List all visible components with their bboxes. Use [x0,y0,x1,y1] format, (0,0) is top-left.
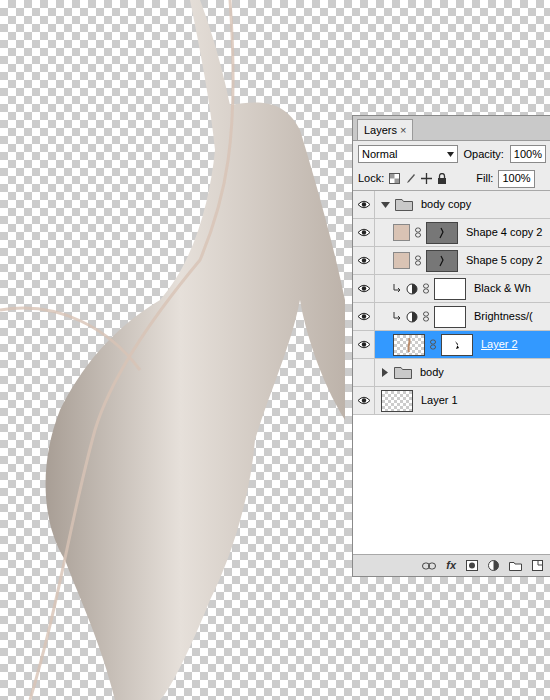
visibility-toggle[interactable] [353,331,375,358]
layer-name[interactable]: Layer 1 [421,392,458,409]
layer-mask-thumbnail[interactable] [434,306,466,328]
vector-path-icon [437,255,447,267]
layer-name[interactable]: Black & Wh [474,280,531,297]
thumbnail-art-icon [406,338,412,352]
visibility-toggle[interactable] [353,247,375,274]
eye-icon [357,396,371,405]
adjustment-icon [406,283,418,295]
blend-mode-select[interactable]: Normal [358,145,458,163]
layers-tab[interactable]: Layers × [357,119,413,140]
shape-color-thumbnail[interactable] [393,252,410,269]
layer-row[interactable]: body [353,359,550,387]
layer-row[interactable]: Black & Wh [353,275,550,303]
canvas[interactable]: Layers × Normal Opacity: 100% Lock: Fill… [0,0,550,700]
layer-name[interactable]: Brightness/( [474,308,533,325]
shape-color-thumbnail[interactable] [393,224,410,241]
visibility-toggle[interactable] [353,219,375,246]
tab-label: Layers [364,122,397,139]
layer-row[interactable]: Layer 1 [353,387,550,415]
lock-brush-icon[interactable] [405,173,416,184]
layer-mask-thumbnail[interactable] [441,334,473,356]
eye-icon [357,340,371,349]
layer-name[interactable]: body copy [421,196,471,213]
layer-row[interactable]: Shape 5 copy 2 [353,247,550,275]
layer-content: Layer 1 [375,390,550,412]
visibility-toggle[interactable] [353,359,375,386]
link-icon [423,310,429,323]
eye-icon [357,200,371,209]
layer-name[interactable]: body [420,364,444,381]
lock-transparency-icon[interactable] [389,173,400,184]
options-row: Normal Opacity: 100% [353,141,550,167]
vector-path-icon [437,227,447,239]
opacity-label: Opacity: [464,146,504,163]
collapse-triangle-icon[interactable] [381,201,390,209]
layer-row[interactable]: Shape 4 copy 2 [353,219,550,247]
link-icon [423,282,429,295]
layer-content: body copy [375,196,550,213]
eye-icon [357,312,371,321]
layer-content: Shape 5 copy 2 [375,250,550,272]
clip-arrow-icon [393,312,401,322]
layer-row[interactable]: Brightness/( [353,303,550,331]
layer-thumbnail[interactable] [393,334,425,356]
opacity-field[interactable]: 100% [510,145,546,163]
fill-value: 100% [502,170,530,187]
lock-label: Lock: [358,170,384,187]
visibility-toggle[interactable] [353,191,375,218]
mask-shape-icon [454,341,460,349]
layer-row[interactable]: Layer 2 [353,331,550,359]
vector-mask-thumbnail[interactable] [426,222,458,244]
fill-label: Fill: [476,170,493,187]
adjustment-icon [406,311,418,323]
layer-content: Black & Wh [375,278,550,300]
figure-artwork [0,0,360,700]
lock-all-icon[interactable] [437,173,447,184]
link-icon [415,254,421,267]
eye-icon [357,256,371,265]
add-mask-icon[interactable] [466,560,478,571]
blend-mode-value: Normal [362,146,397,163]
dropdown-arrow-icon [447,152,454,157]
panel-footer: fx [353,554,550,576]
layer-content: Shape 4 copy 2 [375,222,550,244]
visibility-toggle[interactable] [353,303,375,330]
layer-list: body copy Shape 4 copy 2 Shape 5 copy 2 Bla… [353,191,550,554]
link-layers-icon[interactable] [422,562,436,570]
layer-row[interactable]: body copy [353,191,550,219]
link-icon [430,338,436,351]
expand-triangle-icon[interactable] [381,368,389,377]
adjustment-layer-icon[interactable] [488,560,499,571]
folder-icon [394,366,412,379]
eye-icon [357,284,371,293]
layer-name[interactable]: Layer 2 [481,336,518,353]
visibility-toggle[interactable] [353,387,375,414]
layer-content: Brightness/( [375,306,550,328]
lock-move-icon[interactable] [421,173,432,184]
layer-name[interactable]: Shape 4 copy 2 [466,224,542,241]
opacity-value: 100% [514,146,542,163]
vector-mask-thumbnail[interactable] [426,250,458,272]
layer-content: body [375,364,550,381]
link-icon [415,226,421,239]
new-layer-icon[interactable] [532,560,543,571]
layers-panel: Layers × Normal Opacity: 100% Lock: Fill… [352,115,550,577]
layer-mask-thumbnail[interactable] [434,278,466,300]
eye-icon [357,228,371,237]
panel-tab-bar: Layers × [353,116,550,141]
fx-button[interactable]: fx [446,557,456,574]
folder-icon [395,198,413,211]
visibility-toggle[interactable] [353,275,375,302]
layer-content: Layer 2 [375,334,550,356]
layer-name[interactable]: Shape 5 copy 2 [466,252,542,269]
lock-row: Lock: Fill: 100% [353,167,550,191]
close-icon[interactable]: × [400,122,406,139]
new-group-icon[interactable] [509,561,522,571]
layer-thumbnail[interactable] [381,390,413,412]
clip-arrow-icon [393,284,401,294]
fill-field[interactable]: 100% [498,170,534,188]
